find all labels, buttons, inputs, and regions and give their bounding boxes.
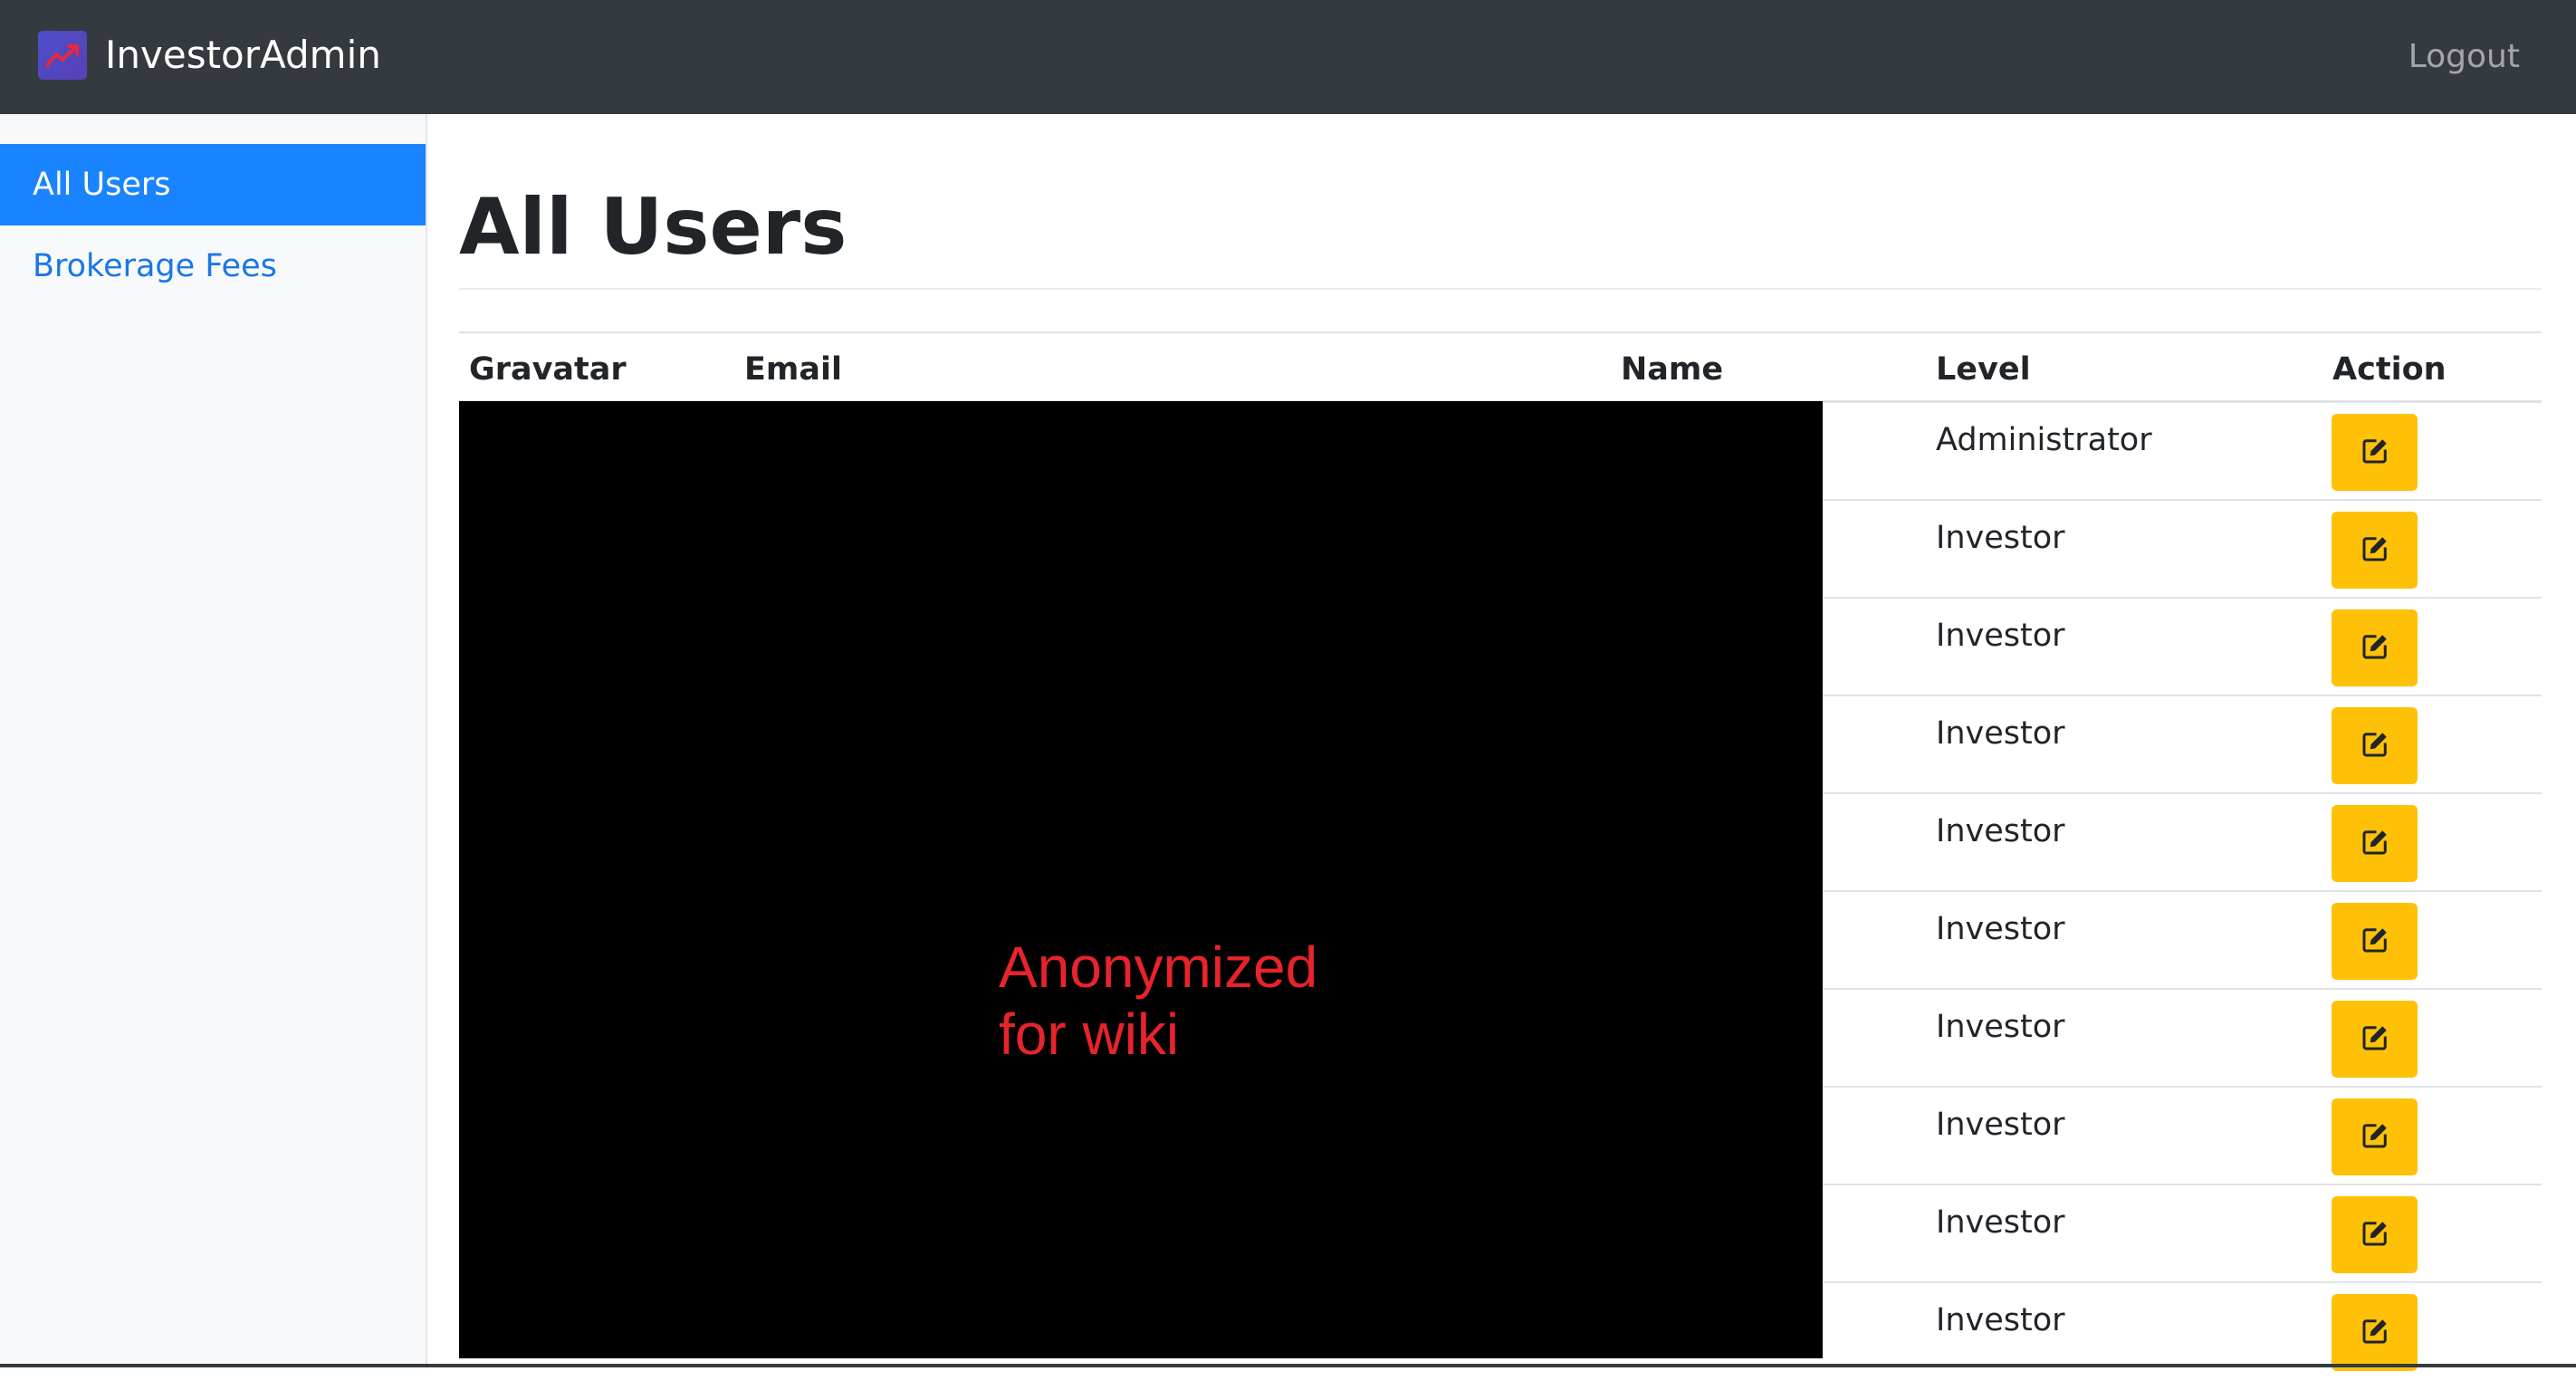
edit-icon <box>2359 1119 2391 1156</box>
edit-icon <box>2359 1217 2391 1253</box>
column-header-level: Level <box>1936 351 2031 388</box>
title-divider <box>459 288 2542 290</box>
redaction-label-line-2: for wiki <box>999 1002 1180 1067</box>
brand-name: InvestorAdmin <box>105 33 381 77</box>
column-header-gravatar: Gravatar <box>469 351 627 388</box>
top-navbar: InvestorAdmin Logout <box>0 0 2576 114</box>
edit-icon <box>2359 728 2391 764</box>
edit-icon <box>2359 630 2391 667</box>
edit-user-button[interactable] <box>2332 414 2418 491</box>
user-level: Investor <box>1936 813 2065 849</box>
user-level: Investor <box>1936 1302 2065 1338</box>
user-level: Investor <box>1936 520 2065 556</box>
redaction-label-line-1: Anonymized <box>999 935 1318 1000</box>
edit-icon <box>2359 826 2391 862</box>
edit-user-button[interactable] <box>2332 903 2418 980</box>
user-level: Investor <box>1936 618 2065 654</box>
edit-icon <box>2359 924 2391 960</box>
sidebar-item-all-users[interactable]: All Users <box>0 144 426 225</box>
user-level: Investor <box>1936 715 2065 752</box>
logout-link[interactable]: Logout <box>2408 34 2520 80</box>
column-header-name: Name <box>1621 351 1724 388</box>
window-bottom-edge <box>0 1364 2576 1367</box>
sidebar-item-brokerage-fees[interactable]: Brokerage Fees <box>0 225 426 307</box>
edit-icon <box>2359 532 2391 569</box>
user-level: Investor <box>1936 911 2065 947</box>
user-level: Investor <box>1936 1107 2065 1143</box>
column-header-email: Email <box>744 351 842 388</box>
edit-user-button[interactable] <box>2332 1196 2418 1273</box>
trending-chart-icon <box>38 31 87 80</box>
edit-user-button[interactable] <box>2332 1001 2418 1078</box>
user-level: Investor <box>1936 1009 2065 1045</box>
edit-user-button[interactable] <box>2332 1098 2418 1175</box>
edit-icon <box>2359 435 2391 471</box>
table-top-border <box>459 331 2542 333</box>
user-level: Investor <box>1936 1204 2065 1241</box>
edit-user-button[interactable] <box>2332 512 2418 589</box>
column-header-action: Action <box>2332 351 2447 388</box>
redaction-overlay: Anonymized for wiki <box>459 401 1823 1358</box>
redaction-label: Anonymized for wiki <box>999 934 1542 1068</box>
edit-icon <box>2359 1021 2391 1058</box>
edit-icon <box>2359 1315 2391 1351</box>
user-level: Administrator <box>1936 422 2152 458</box>
edit-user-button[interactable] <box>2332 609 2418 686</box>
brand[interactable]: InvestorAdmin <box>38 29 381 82</box>
edit-user-button[interactable] <box>2332 1294 2418 1371</box>
edit-user-button[interactable] <box>2332 707 2418 784</box>
edit-user-button[interactable] <box>2332 805 2418 882</box>
page-title: All Users <box>459 182 847 273</box>
